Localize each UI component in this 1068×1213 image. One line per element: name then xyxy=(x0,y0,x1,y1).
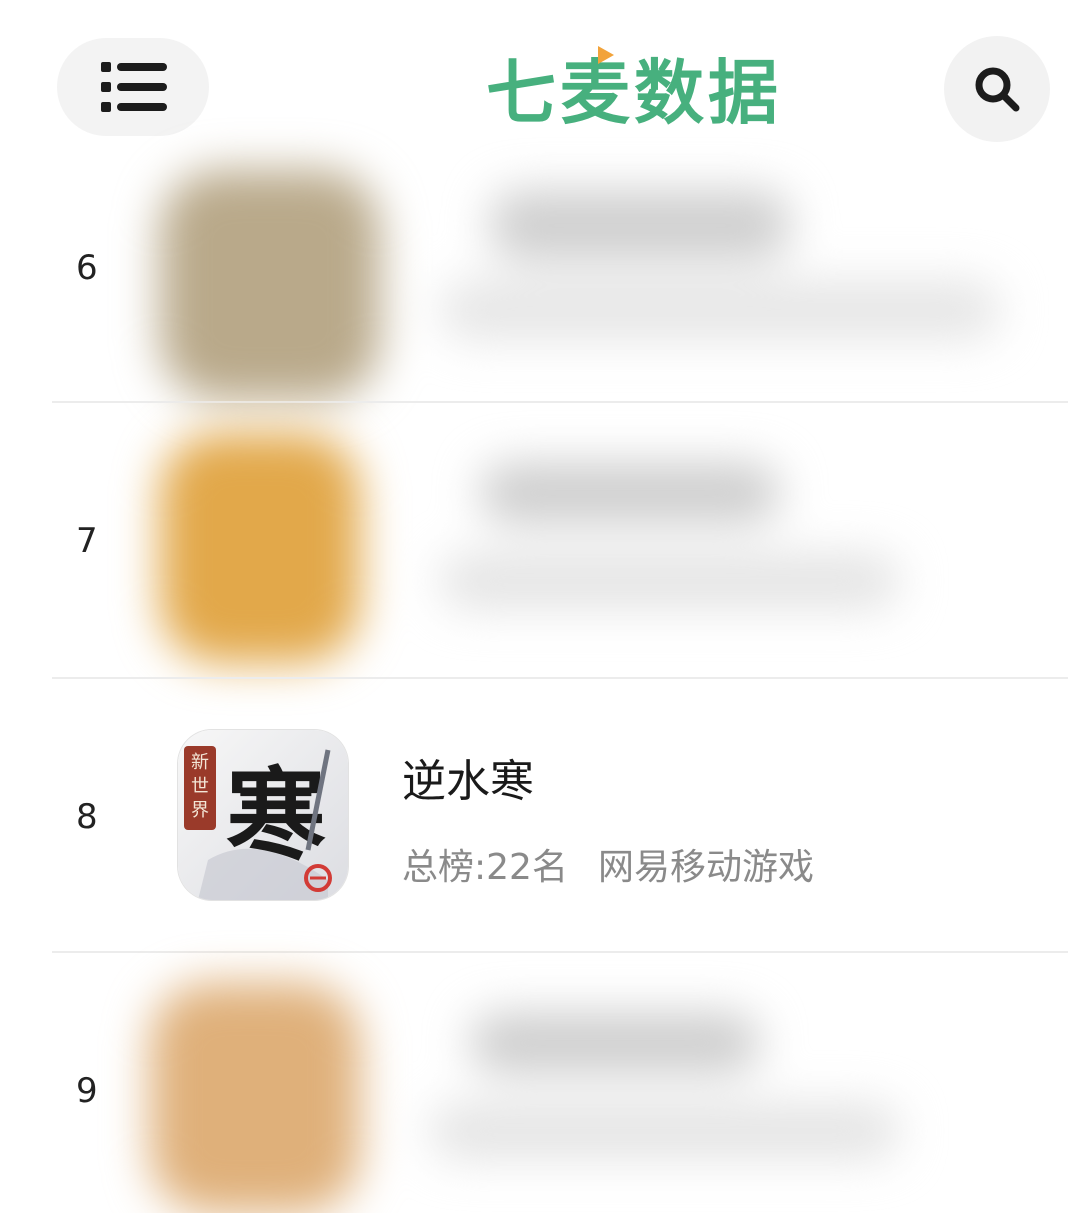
list-item[interactable]: 9 xyxy=(0,953,1068,1213)
app-header: 七麦数据 xyxy=(0,0,1068,150)
list-menu-icon xyxy=(101,62,167,112)
icon-glyph: 寒 xyxy=(226,756,326,874)
search-button[interactable] xyxy=(944,36,1050,142)
rank-number: 9 xyxy=(76,1071,98,1111)
menu-button[interactable] xyxy=(57,38,209,136)
logo: 七麦数据 xyxy=(486,46,816,138)
rank-number: 7 xyxy=(76,521,98,561)
search-icon xyxy=(975,67,1020,112)
blurred-app-entry xyxy=(140,160,1010,400)
icon-badge-char: 新 xyxy=(191,752,209,773)
svg-text:世: 世 xyxy=(191,776,209,797)
logo-flag-icon xyxy=(598,46,614,64)
blurred-app-entry xyxy=(140,423,940,673)
logo-text: 七麦数据 xyxy=(486,52,782,134)
svg-text:界: 界 xyxy=(191,800,209,821)
rank-number: 8 xyxy=(76,797,98,837)
list-item[interactable]: 7 xyxy=(0,403,1068,677)
list-item[interactable]: 6 xyxy=(0,150,1068,402)
rank-number: 6 xyxy=(76,248,98,288)
overall-rank: 总榜:22名 xyxy=(402,847,568,888)
list-item[interactable]: 8 xyxy=(0,679,1068,951)
nishuihan-app-icon[interactable]: 新 世 界 寒 xyxy=(178,730,348,900)
publisher-name: 网易移动游戏 xyxy=(597,847,814,888)
blurred-app-entry xyxy=(140,963,940,1213)
app-meta: 总榜:22名 网易移动游戏 xyxy=(402,838,814,890)
app-name[interactable]: 逆水寒 xyxy=(402,745,534,809)
